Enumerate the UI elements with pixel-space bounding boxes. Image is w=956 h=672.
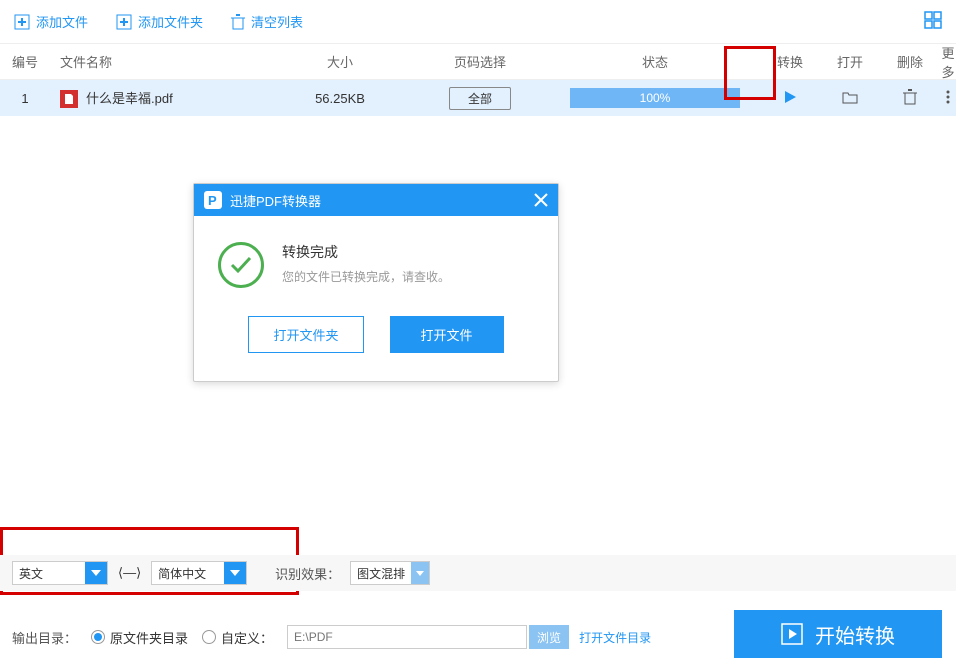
- row-num: 1: [0, 91, 50, 106]
- completion-dialog: P 迅捷PDF转换器 转换完成 您的文件已转换完成，请查收。 打开文件夹 打开文…: [193, 183, 559, 382]
- source-language-value: 英文: [19, 565, 43, 582]
- start-convert-button[interactable]: 开始转换: [734, 610, 942, 658]
- add-folder-label: 添加文件夹: [138, 12, 203, 31]
- target-language-value: 简体中文: [158, 565, 206, 582]
- col-more: 更多: [940, 43, 956, 81]
- radio-original-folder[interactable]: 原文件夹目录: [91, 628, 188, 647]
- row-name-cell: 什么是幸福.pdf: [50, 88, 270, 109]
- plus-folder-icon: [116, 14, 132, 30]
- swap-languages-icon[interactable]: ⟨—⟩: [118, 565, 141, 581]
- col-page: 页码选择: [410, 52, 550, 71]
- svg-text:P: P: [208, 193, 217, 208]
- language-bar: 英文 ⟨—⟩ 简体中文 识别效果： 图文混排: [0, 555, 956, 591]
- col-name: 文件名称: [50, 52, 270, 71]
- col-num: 编号: [0, 52, 50, 71]
- col-convert: 转换: [760, 52, 820, 71]
- recognition-label: 识别效果：: [275, 564, 340, 583]
- toolbar: 添加文件 添加文件夹 清空列表: [0, 0, 956, 44]
- open-folder-button[interactable]: 打开文件夹: [248, 316, 363, 353]
- more-icon[interactable]: [946, 89, 950, 105]
- start-convert-label: 开始转换: [815, 620, 895, 649]
- page-select-button[interactable]: 全部: [449, 87, 511, 110]
- add-file-button[interactable]: 添加文件: [14, 12, 88, 31]
- dialog-title: 迅捷PDF转换器: [230, 191, 321, 210]
- row-page-cell: 全部: [410, 87, 550, 110]
- output-label: 输出目录：: [12, 628, 77, 647]
- pdf-icon: [60, 90, 78, 108]
- recognition-mode-select[interactable]: 图文混排: [350, 561, 430, 585]
- row-status-cell: 100%: [550, 88, 760, 108]
- table-header: 编号 文件名称 大小 页码选择 状态 转换 打开 删除 更多: [0, 44, 956, 80]
- dropdown-arrow-icon: [85, 562, 107, 584]
- dialog-message-title: 转换完成: [282, 242, 450, 262]
- browse-button[interactable]: 浏览: [529, 625, 569, 649]
- col-status: 状态: [550, 52, 760, 71]
- table-row[interactable]: 1 什么是幸福.pdf 56.25KB 全部 100%: [0, 80, 956, 116]
- trash-icon: [231, 14, 245, 30]
- radio-original-label: 原文件夹目录: [110, 628, 188, 647]
- clear-list-button[interactable]: 清空列表: [231, 12, 303, 31]
- radio-dot-off-icon: [202, 630, 216, 644]
- recognition-mode-value: 图文混排: [357, 565, 405, 582]
- open-output-dir-link[interactable]: 打开文件目录: [579, 629, 651, 646]
- dropdown-arrow-icon: [411, 562, 429, 584]
- open-file-button[interactable]: 打开文件: [390, 316, 504, 353]
- add-file-label: 添加文件: [36, 12, 88, 31]
- source-language-select[interactable]: 英文: [12, 561, 108, 585]
- output-path-input[interactable]: [287, 625, 527, 649]
- open-folder-icon[interactable]: [842, 90, 858, 104]
- row-size: 56.25KB: [270, 91, 410, 106]
- dialog-message-sub: 您的文件已转换完成，请查收。: [282, 268, 450, 285]
- radio-dot-on-icon: [91, 630, 105, 644]
- progress-text: 100%: [570, 88, 740, 108]
- clear-list-label: 清空列表: [251, 12, 303, 31]
- dialog-header: P 迅捷PDF转换器: [194, 184, 558, 216]
- app-logo-icon: P: [204, 191, 222, 209]
- close-icon[interactable]: [534, 193, 548, 207]
- success-check-icon: [218, 242, 264, 288]
- row-filename: 什么是幸福.pdf: [86, 91, 173, 106]
- plus-file-icon: [14, 14, 30, 30]
- convert-play-icon[interactable]: [782, 89, 798, 105]
- col-delete: 删除: [880, 52, 940, 71]
- add-folder-button[interactable]: 添加文件夹: [116, 12, 203, 31]
- target-language-select[interactable]: 简体中文: [151, 561, 247, 585]
- grid-view-icon[interactable]: [924, 11, 942, 32]
- delete-row-icon[interactable]: [903, 89, 917, 105]
- radio-custom-label: 自定义：: [221, 628, 273, 647]
- play-outline-icon: [781, 623, 803, 645]
- radio-custom-folder[interactable]: 自定义：: [202, 628, 273, 647]
- progress-bar: 100%: [570, 88, 740, 108]
- col-open: 打开: [820, 52, 880, 71]
- dropdown-arrow-icon: [224, 562, 246, 584]
- col-size: 大小: [270, 52, 410, 71]
